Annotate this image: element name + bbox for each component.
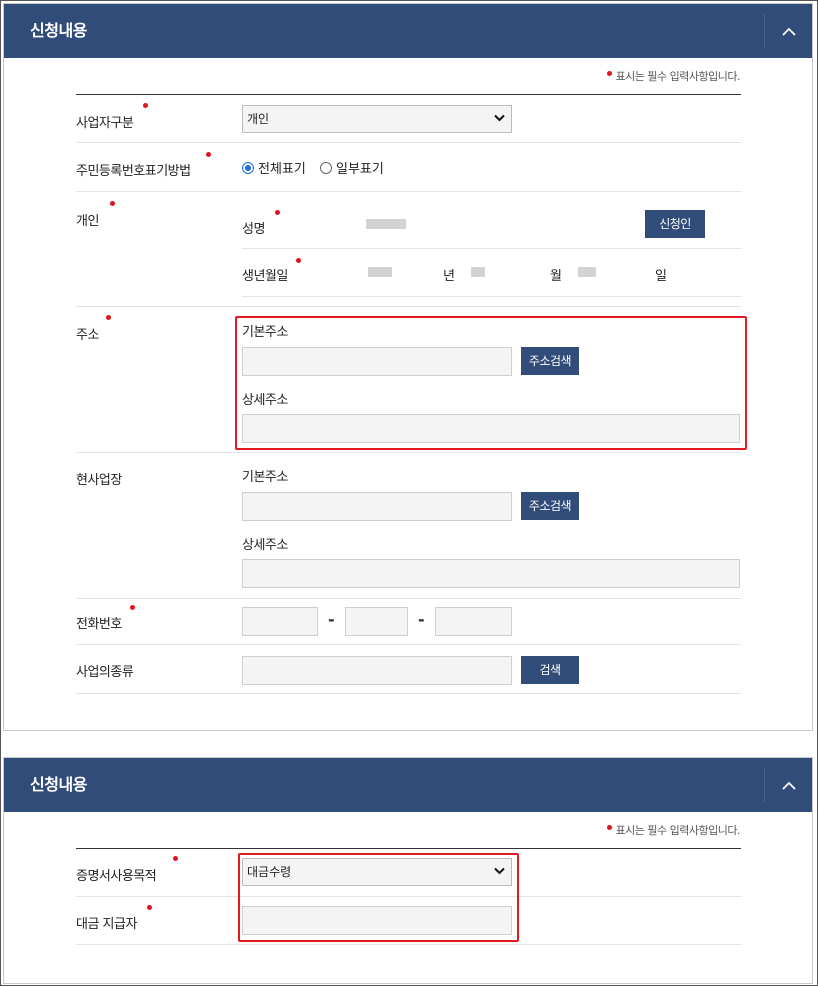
row-divider [76,191,741,192]
required-mark-icon [106,315,111,320]
collapse-button[interactable] [764,768,812,802]
birth-day-masked [578,267,596,277]
required-mark-icon [275,210,280,215]
row-divider [76,598,741,599]
business-type-select[interactable]: 개인 [242,105,512,133]
business-kind-search-button[interactable]: 검색 [521,656,579,684]
required-mark-icon [206,152,211,157]
row-divider [76,944,741,945]
workplace-search-button[interactable]: 주소검색 [521,492,579,520]
required-mark-icon [147,905,152,910]
panel-title: 신청내용 [30,21,87,40]
id-display-label: 주민등록번호표기방법 [76,164,191,179]
row-divider [242,296,741,297]
phone-label: 전화번호 [76,617,122,632]
workplace-basic-label: 기본주소 [242,470,288,485]
required-mark-icon [143,103,148,108]
business-type-label: 사업자구분 [76,116,134,131]
chevron-up-icon [781,781,796,790]
birth-year-masked [368,267,392,277]
radio-checked-icon[interactable] [242,161,254,174]
chevron-up-icon [781,27,796,36]
id-display-full-label: 전체표기 [258,162,306,177]
business-kind-input[interactable] [242,656,512,685]
chevron-down-icon [494,114,505,122]
row-divider [76,452,741,453]
required-note: 표시는 필수 입력사항입니다. [606,822,741,838]
required-mark-icon [173,856,178,861]
payer-label: 대금 지급자 [76,917,137,932]
individual-label: 개인 [76,214,99,229]
purpose-label: 증명서사용목적 [76,869,157,884]
id-display-partial-option[interactable]: 일부표기 [320,158,384,177]
required-mark-icon [110,201,115,206]
month-unit: 월 [550,269,562,284]
birth-label: 생년월일 [242,269,288,284]
section-top-rule [76,94,741,95]
workplace-detail-input[interactable] [242,559,740,588]
required-note-text: 표시는 필수 입력사항입니다. [615,70,741,83]
purpose-highlight-box [238,853,519,942]
address-label: 주소 [76,328,99,343]
required-note: 표시는 필수 입력사항입니다. [606,68,741,84]
year-unit: 년 [443,269,455,284]
phone-separator: - [418,610,425,629]
application-panel-1: 신청내용 표시는 필수 입력사항입니다. 사업자구분 개인 주민등록번호표기방법… [3,3,813,731]
section-top-rule [76,848,741,849]
required-mark-icon [606,71,612,76]
panel-header: 신청내용 [4,758,812,812]
row-divider [76,693,741,694]
birth-month-masked [471,267,485,277]
id-display-full-option[interactable]: 전체표기 [242,158,306,177]
row-divider [76,644,741,645]
required-mark-icon [130,605,135,610]
workplace-detail-label: 상세주소 [242,538,288,553]
name-label: 성명 [242,222,265,237]
business-type-value: 개인 [247,112,270,126]
phone-part2-input[interactable] [345,607,408,636]
workplace-basic-input[interactable] [242,492,512,521]
day-unit: 일 [655,269,667,284]
radio-unchecked-icon[interactable] [320,161,332,174]
address-highlight-box [235,316,747,450]
application-panel-2: 신청내용 표시는 필수 입력사항입니다. 증명서사용목적 대금수령 대금 지급자 [3,757,813,984]
row-divider [76,306,741,307]
row-divider [76,142,741,143]
phone-separator: - [328,610,335,629]
name-masked-value [366,219,406,229]
applicant-button[interactable]: 신청인 [645,210,705,238]
row-divider [242,248,741,249]
business-kind-label: 사업의종류 [76,665,134,680]
collapse-button[interactable] [764,14,812,48]
panel-title: 신청내용 [30,775,87,794]
id-display-partial-label: 일부표기 [336,162,384,177]
required-mark-icon [606,825,612,830]
phone-part3-input[interactable] [435,607,512,636]
phone-part1-input[interactable] [242,607,318,636]
required-note-text: 표시는 필수 입력사항입니다. [615,824,741,837]
workplace-label: 현사업장 [76,473,122,488]
required-mark-icon [296,258,301,263]
panel-header: 신청내용 [4,4,812,58]
